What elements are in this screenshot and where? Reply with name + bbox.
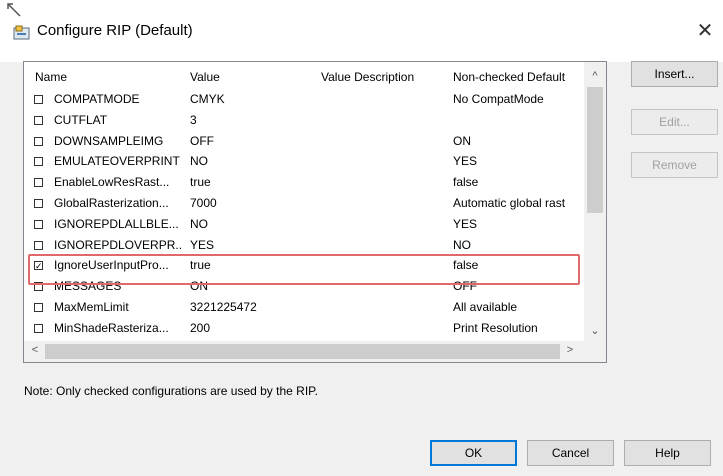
row-name: CUTFLAT (54, 112, 108, 127)
table-row[interactable]: EnableLowResRast... true false (24, 173, 584, 193)
row-value: OFF (190, 133, 214, 148)
checkbox[interactable] (34, 115, 43, 125)
checkbox[interactable] (34, 303, 43, 312)
row-value: 200 (190, 320, 211, 335)
checkbox[interactable] (34, 323, 43, 333)
close-icon[interactable]: ✕ (690, 16, 720, 46)
vertical-scrollbar[interactable]: ^ ⌄ (584, 62, 606, 341)
vertical-scroll-thumb[interactable] (587, 87, 603, 213)
row-default: Automatic global rast (453, 196, 566, 210)
row-value: true (190, 175, 211, 190)
column-header-value[interactable]: Value (190, 70, 220, 84)
insert-button[interactable]: Insert... (631, 61, 718, 87)
window-title: Configure RIP (Default) (37, 22, 193, 39)
table-row[interactable]: COMPATMODE CMYK No CompatMode (24, 90, 584, 110)
table-row[interactable]: IGNOREPDLOVERPR... YES NO (24, 236, 584, 256)
row-value: 3 (190, 112, 197, 127)
app-icon (13, 25, 30, 40)
row-name: MinShadeRasteriza... (54, 320, 169, 335)
table-row[interactable]: ✓ IgnoreUserInputPro... true false (24, 256, 584, 276)
config-list[interactable]: Name Value Value Description Non-checked… (23, 61, 607, 363)
checkbox[interactable] (34, 282, 43, 292)
cancel-button[interactable]: Cancel (527, 440, 614, 466)
column-header-name[interactable]: Name (35, 70, 67, 84)
row-name: EnableLowResRast... (54, 175, 170, 190)
row-name: MaxMemLimit (54, 300, 129, 314)
scroll-up-icon[interactable]: ^ (587, 70, 603, 82)
title-bar: Configure RIP (Default) ✕ (0, 0, 723, 62)
checkbox[interactable] (34, 219, 43, 229)
horizontal-scrollbar[interactable]: < > (24, 341, 606, 362)
row-default: ON (453, 133, 471, 148)
checkbox[interactable] (34, 136, 43, 146)
column-header-value-description[interactable]: Value Description (321, 70, 414, 84)
checkbox[interactable] (34, 157, 43, 167)
scroll-down-icon[interactable]: ⌄ (587, 324, 603, 337)
checkbox[interactable] (34, 178, 43, 188)
table-row[interactable]: GlobalRasterization... 7000 Automatic glob… (24, 194, 584, 214)
row-value: 7000 (190, 196, 217, 210)
note-text: Note: Only checked configurations are us… (24, 384, 318, 398)
checkbox-checked[interactable]: ✓ (34, 261, 43, 271)
row-value: YES (190, 237, 215, 252)
row-default: YES (453, 154, 478, 169)
checkbox[interactable] (34, 95, 43, 104)
row-value: NO (190, 154, 208, 169)
help-button[interactable]: Help (624, 440, 711, 466)
row-default: NO (453, 237, 471, 252)
row-name: DOWNSAMPLEIMG (54, 133, 164, 148)
row-value: true (190, 258, 211, 273)
resize-handle-icon[interactable] (6, 2, 22, 18)
list-header: Name Value Value Description Non-checked… (24, 62, 584, 90)
row-default: No CompatMode (453, 92, 544, 106)
table-row[interactable]: MinShadeRasteriza... 200 Print Resolution (24, 319, 584, 339)
row-name: IGNOREPDLALLBLE... (54, 216, 179, 231)
row-name: IgnoreUserInputPro... (54, 258, 169, 273)
table-row[interactable]: IGNOREPDLALLBLE... NO YES (24, 215, 584, 235)
row-value: ON (190, 279, 208, 294)
scroll-right-icon[interactable]: > (562, 344, 578, 356)
row-name: GlobalRasterization... (54, 196, 169, 210)
table-row[interactable]: MESSAGES ON OFF (24, 277, 584, 297)
row-name: EMULATEOVERPRINT (54, 154, 180, 169)
row-name: MESSAGES (54, 279, 122, 294)
row-name: COMPATMODE (54, 92, 140, 106)
row-default: All available (453, 300, 518, 314)
row-name: IGNOREPDLOVERPR... (54, 237, 182, 252)
table-row[interactable]: MaxMemLimit 3221225472 All available (24, 298, 584, 318)
edit-button[interactable]: Edit... (631, 109, 718, 135)
row-default: OFF (453, 279, 477, 294)
table-row[interactable]: DOWNSAMPLEIMG OFF ON (24, 132, 584, 152)
scroll-left-icon[interactable]: < (27, 344, 43, 356)
row-default: false (453, 258, 479, 273)
remove-button[interactable]: Remove (631, 152, 718, 178)
row-value: CMYK (190, 92, 225, 106)
ok-button[interactable]: OK (430, 440, 517, 466)
row-default: YES (453, 216, 478, 231)
horizontal-scroll-thumb[interactable] (45, 344, 560, 359)
column-header-default[interactable]: Non-checked Default (453, 70, 565, 84)
table-row[interactable]: EMULATEOVERPRINT NO YES (24, 152, 584, 172)
table-row[interactable]: CUTFLAT 3 (24, 111, 584, 131)
row-default: false (453, 175, 479, 190)
row-value: NO (190, 216, 208, 231)
checkbox[interactable] (34, 240, 43, 250)
checkbox[interactable] (34, 199, 43, 208)
row-value: 3221225472 (190, 300, 257, 314)
row-default: Print Resolution (453, 320, 538, 335)
